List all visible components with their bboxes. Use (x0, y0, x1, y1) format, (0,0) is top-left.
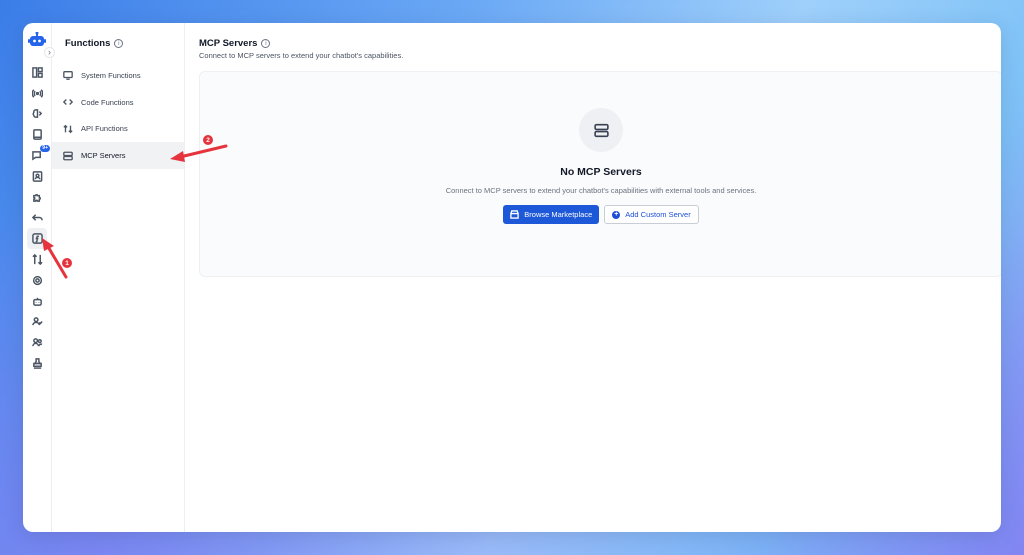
arrows-updown-icon (63, 124, 73, 134)
icon-rail: › 9+ (23, 23, 55, 532)
sidebar-item-label: API Functions (81, 124, 128, 134)
store-icon (510, 210, 520, 219)
plus-circle-icon: + (612, 210, 621, 219)
empty-state-description: Connect to MCP servers to extend your ch… (445, 186, 757, 195)
sidebar-item-code-functions[interactable]: Code Functions (52, 89, 184, 116)
settings-icon[interactable] (27, 270, 47, 291)
info-icon[interactable]: i (261, 38, 271, 48)
brain-icon[interactable] (27, 104, 47, 125)
sidebar-item-label: MCP Servers (81, 151, 126, 161)
bot-logo-icon[interactable] (28, 31, 46, 48)
chat-icon[interactable]: 9+ (27, 145, 50, 166)
sidebar-item-mcp-servers[interactable]: MCP Servers (52, 142, 184, 170)
sidebar-item-system-functions[interactable]: System Functions (52, 62, 184, 89)
sidebar-title-text: Functions (65, 37, 111, 49)
functions-sidebar: Functions i System Functions Code Functi… (52, 23, 185, 532)
monitor-icon (63, 71, 73, 81)
sidebar-item-api-functions[interactable]: API Functions (52, 116, 184, 143)
info-icon[interactable]: i (114, 38, 124, 48)
app-window: › 9+ Functions i System Functions Code F… (23, 23, 1001, 532)
step-marker-1: 1 (62, 258, 72, 268)
function-icon[interactable] (27, 228, 47, 250)
empty-state-panel: No MCP Servers Connect to MCP servers to… (199, 71, 1001, 277)
broadcast-icon[interactable] (27, 83, 47, 104)
server-icon (579, 108, 623, 152)
page-title-text: MCP Servers (199, 37, 258, 49)
bot-icon[interactable] (27, 291, 47, 312)
main-content: MCP Servers i Connect to MCP servers to … (185, 23, 1001, 532)
dashboard-icon[interactable] (27, 62, 47, 83)
notification-badge: 9+ (40, 145, 50, 153)
return-icon[interactable] (27, 208, 47, 229)
sidebar-item-label: System Functions (81, 70, 141, 80)
page-subtitle: Connect to MCP servers to extend your ch… (199, 51, 404, 60)
browse-marketplace-button[interactable]: Browse Marketplace (503, 205, 600, 224)
sidebar-title: Functions i (52, 36, 184, 50)
book-icon[interactable] (27, 124, 47, 145)
add-custom-server-label: Add Custom Server (625, 210, 691, 219)
stamp-icon[interactable] (27, 353, 47, 374)
code-icon (63, 99, 73, 106)
empty-state-title: No MCP Servers (560, 166, 642, 178)
server-icon (63, 151, 73, 161)
chevron-right-icon[interactable]: › (44, 47, 55, 58)
add-custom-server-button[interactable]: + Add Custom Server (604, 205, 699, 224)
contact-icon[interactable] (27, 166, 47, 187)
page-title: MCP Servers i (199, 37, 1001, 49)
user-check-icon[interactable] (27, 312, 47, 333)
sidebar-item-label: Code Functions (81, 97, 134, 107)
users-icon[interactable] (27, 332, 47, 353)
puzzle-icon[interactable] (27, 187, 47, 208)
step-marker-2: 2 (203, 135, 213, 145)
browse-marketplace-label: Browse Marketplace (524, 210, 593, 219)
workflow-icon[interactable] (27, 249, 47, 270)
